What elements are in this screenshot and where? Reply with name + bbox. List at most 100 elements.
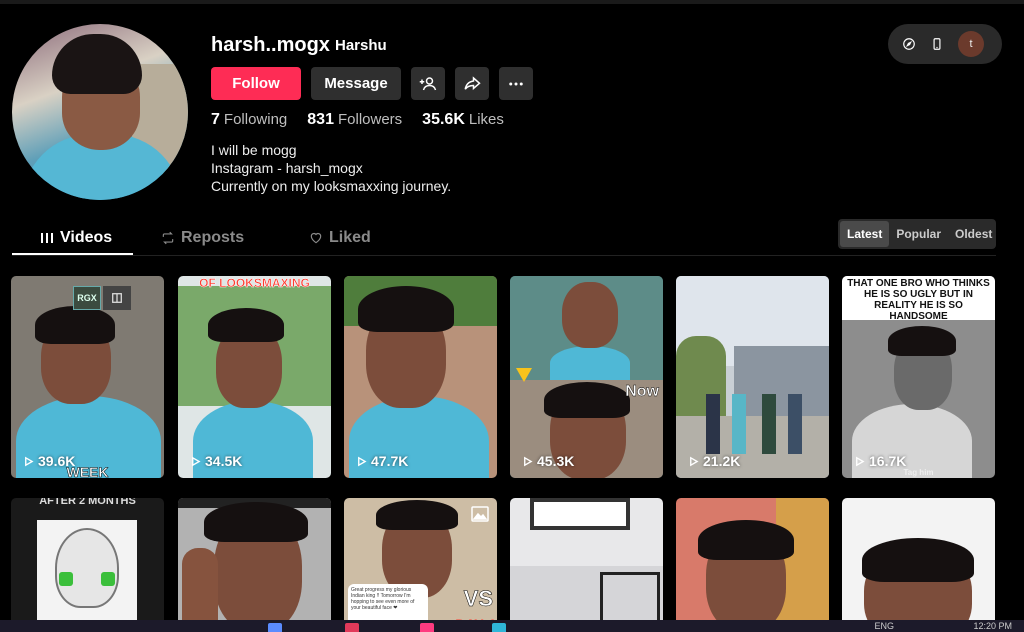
play-icon (25, 456, 34, 466)
tab-label: Videos (60, 229, 113, 246)
language-indicator[interactable]: ENG (874, 620, 894, 632)
play-icon (192, 456, 201, 466)
tab-liked[interactable]: Liked (281, 222, 429, 254)
view-count-value: 45.3K (537, 453, 575, 469)
followers-count: 831 (307, 111, 334, 128)
sort-segmented-control: Latest Popular Oldest (838, 219, 996, 249)
thumb-hair (358, 286, 454, 332)
heart-icon (310, 232, 322, 244)
video-card[interactable] (676, 498, 829, 632)
window-top-edge (0, 0, 1024, 4)
thumb-window (530, 498, 630, 530)
followers-label: Followers (337, 111, 403, 128)
skull-shape (55, 528, 119, 608)
header-actions-pill: t (888, 24, 1002, 64)
phone-icon[interactable] (930, 37, 944, 51)
thumb-hair (544, 382, 630, 418)
view-count-value: 47.7K (371, 453, 409, 469)
likes-stat: 35.6K Likes (422, 111, 504, 129)
following-count: 7 (211, 111, 220, 128)
view-count-value: 16.7K (869, 453, 907, 469)
profile-nickname: Harshu (335, 37, 387, 54)
play-icon (524, 456, 533, 466)
profile-avatar[interactable] (12, 24, 188, 200)
video-card[interactable] (842, 498, 995, 632)
tab-reposts[interactable]: Reposts (133, 222, 281, 254)
taskbar-app-icon[interactable] (345, 623, 359, 632)
view-count-value: 21.2K (703, 453, 741, 469)
photo-icon (471, 506, 489, 522)
arrow-down-icon (516, 368, 532, 382)
thumb-hair (208, 308, 284, 342)
thumb-shirt (550, 346, 630, 380)
add-user-icon (419, 76, 437, 90)
system-clock[interactable]: 12:20 PM (973, 620, 1012, 632)
taskbar-app-icon[interactable] (268, 623, 282, 632)
taskbar-app-icon[interactable] (420, 623, 434, 632)
video-card[interactable] (510, 498, 663, 632)
os-taskbar: ENG 12:20 PM (0, 620, 1024, 632)
tab-label: Reposts (181, 229, 245, 246)
video-card[interactable] (178, 498, 331, 632)
message-button[interactable]: Message (311, 67, 401, 100)
following-stat[interactable]: 7 Following (211, 111, 287, 129)
more-dots-icon (509, 82, 523, 85)
video-card[interactable]: Great progress my glorious Indian king !… (344, 498, 497, 632)
bio-line: Instagram - harsh_mogx (211, 160, 363, 176)
profile-bio: I will be mogg Instagram - harsh_mogx Cu… (211, 141, 451, 195)
likes-count: 35.6K (422, 111, 465, 128)
view-count: 34.5K (190, 453, 242, 469)
thumb-caption: AFTER 2 MONTHS (39, 498, 136, 507)
comment-text: Great progress my glorious Indian king !… (351, 587, 415, 611)
avatar-hair (52, 34, 142, 94)
video-card[interactable]: RGX WEEK 39.6K (11, 276, 164, 478)
profile-username: harsh..mogx (211, 34, 330, 56)
follow-button[interactable]: Follow (211, 67, 301, 100)
view-count-value: 39.6K (38, 453, 76, 469)
bio-line: I will be mogg (211, 142, 297, 158)
likes-label: Likes (468, 111, 504, 128)
thumb-caption: Now (625, 383, 659, 400)
thumb-face (562, 282, 618, 348)
taskbar-app-icon[interactable] (492, 623, 506, 632)
video-card[interactable]: THAT ONE BRO WHO THINKS HE IS SO UGLY BU… (842, 276, 995, 478)
video-card[interactable]: Now 45.3K (510, 276, 663, 478)
view-count: 39.6K (23, 453, 75, 469)
view-count: 45.3K (522, 453, 574, 469)
thumb-hair (204, 502, 308, 542)
profile-actions: Follow Message (211, 67, 533, 100)
video-card[interactable]: OF LOOKSMAXING 34.5K (178, 276, 331, 478)
thumb-caption: THAT ONE BRO WHO THINKS HE IS SO UGLY BU… (847, 278, 990, 322)
grid-icon (41, 233, 53, 243)
more-options-button[interactable] (499, 67, 533, 100)
play-icon (358, 456, 367, 466)
tab-label: Liked (329, 229, 371, 246)
video-card[interactable]: 47.7K (344, 276, 497, 478)
current-user-avatar[interactable]: t (958, 31, 984, 57)
sort-latest[interactable]: Latest (840, 221, 890, 247)
rgx-badge: RGX (73, 286, 101, 310)
profile-stats: 7 Following 831 Followers 35.6K Likes (211, 111, 504, 129)
video-card[interactable]: AFTER 2 MONTHS (11, 498, 164, 632)
add-friend-button[interactable] (411, 67, 445, 100)
sort-popular[interactable]: Popular (889, 221, 948, 247)
following-label: Following (223, 111, 288, 128)
mirror-icon (103, 286, 131, 310)
view-count-value: 34.5K (205, 453, 243, 469)
followers-stat[interactable]: 831 Followers (307, 111, 402, 129)
view-count: 47.7K (356, 453, 408, 469)
tab-videos[interactable]: Videos (12, 222, 133, 254)
bio-line: Currently on my looksmaxxing journey. (211, 178, 452, 194)
share-button[interactable] (455, 67, 489, 100)
jaw-highlight-right (101, 572, 115, 586)
thumb-hair (862, 538, 974, 582)
skull-image (37, 520, 137, 632)
video-card[interactable]: 21.2K (676, 276, 829, 478)
view-count: 21.2K (688, 453, 740, 469)
thumb-hair (698, 520, 794, 560)
profile-tabs: Videos Reposts Liked (12, 222, 429, 254)
thumb-people (706, 394, 806, 454)
thumb-hair (888, 326, 956, 356)
compass-icon[interactable] (902, 37, 916, 51)
sort-oldest[interactable]: Oldest (948, 221, 999, 247)
